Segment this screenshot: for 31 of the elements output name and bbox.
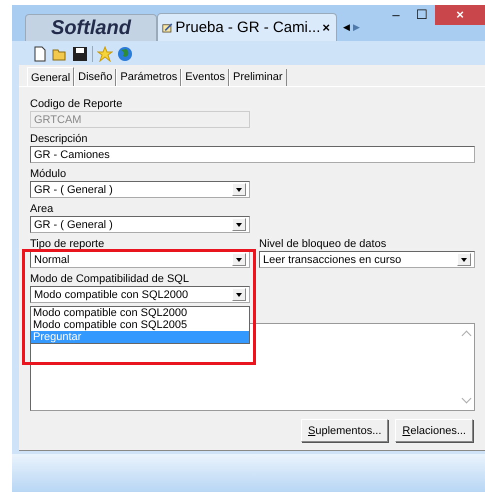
close-button[interactable]: × <box>435 5 485 25</box>
document-tab[interactable]: Prueba - GR - Cami...× <box>157 13 337 41</box>
field-label: Módulo <box>30 168 68 180</box>
new-document-icon[interactable] <box>32 46 48 62</box>
document-tab-title: Prueba - GR - Cami... <box>175 19 320 36</box>
close-tab-button[interactable]: × <box>322 20 330 35</box>
dialog-button[interactable]: Suplementos... <box>301 419 388 442</box>
globe-icon[interactable] <box>117 46 133 62</box>
description-field[interactable]: GR - Camiones <box>30 146 475 163</box>
dropdown-option[interactable]: Modo compatible con SQL2000 <box>31 307 249 319</box>
field-label: Codigo de Reporte <box>30 98 124 110</box>
save-icon[interactable] <box>72 46 88 62</box>
field-label: Modo de Compatibilidad de SQL <box>30 273 190 285</box>
module-dropdown[interactable]: GR - ( General ) <box>30 181 250 198</box>
app-tab[interactable]: Softland <box>25 14 157 41</box>
field-label: Tipo de reporte <box>30 238 106 250</box>
scroll-left-button[interactable]: ◀ <box>343 22 350 32</box>
report-type-dropdown[interactable]: Normal <box>30 251 250 268</box>
dialog-button[interactable]: Relaciones... <box>395 419 473 442</box>
minimize-button[interactable]: – <box>383 5 409 25</box>
field-label: Nivel de bloqueo de datos <box>259 238 388 250</box>
maximize-button[interactable]: ☐ <box>409 5 435 25</box>
dropdown-option[interactable]: Modo compatible con SQL2005 <box>31 319 249 331</box>
star-icon[interactable] <box>97 46 113 62</box>
sql-mode-dropdown[interactable]: Modo compatible con SQL2000 <box>30 286 250 303</box>
area-dropdown[interactable]: GR - ( General ) <box>30 216 250 233</box>
tab[interactable]: General <box>27 67 74 86</box>
field-label: Area <box>30 203 54 215</box>
report-icon <box>162 20 174 34</box>
lock-level-dropdown[interactable]: Leer transacciones en curso <box>259 251 475 268</box>
field-label: Descripción <box>30 133 88 145</box>
